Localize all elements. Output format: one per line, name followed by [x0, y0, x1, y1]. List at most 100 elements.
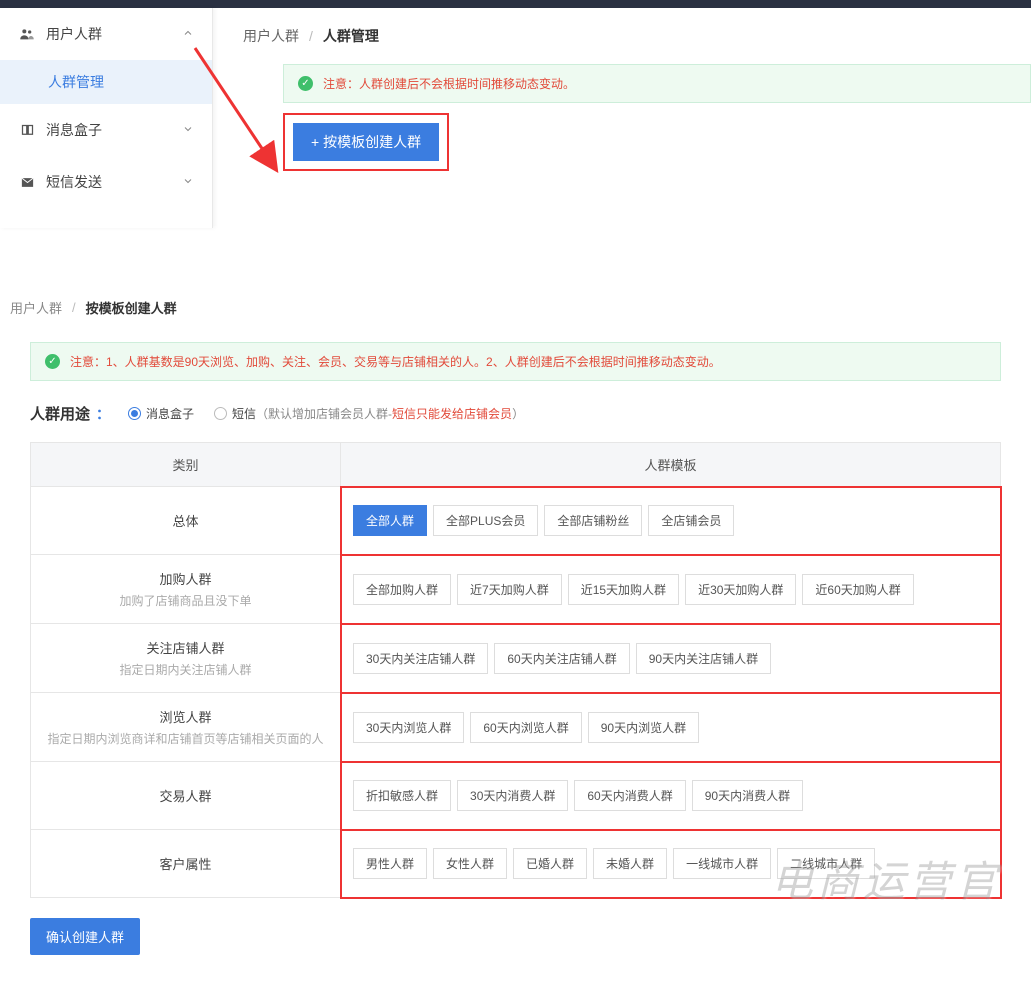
confirm-create-button[interactable]: 确认创建人群: [30, 918, 140, 955]
radio-label: 消息盒子: [146, 405, 194, 422]
table-row: 交易人群折扣敏感人群30天内消费人群60天内消费人群90天内消费人群: [31, 762, 1001, 830]
category-cell: 浏览人群指定日期内浏览商详和店铺首页等店铺相关页面的人: [31, 693, 341, 762]
template-cell: 全部人群全部PLUS会员全部店铺粉丝全店铺会员: [341, 487, 1001, 555]
alert-text: 注意：1、人群基数是90天浏览、加购、关注、会员、交易等与店铺相关的人。2、人群…: [70, 353, 721, 370]
template-tag[interactable]: 30天内浏览人群: [353, 712, 464, 743]
create-by-template-button[interactable]: + 按模板创建人群: [293, 123, 439, 161]
template-cell: 30天内关注店铺人群60天内关注店铺人群90天内关注店铺人群: [341, 624, 1001, 693]
template-tag[interactable]: 近60天加购人群: [802, 574, 913, 605]
template-tag[interactable]: 90天内关注店铺人群: [636, 643, 771, 674]
table-row: 总体全部人群全部PLUS会员全部店铺粉丝全店铺会员: [31, 487, 1001, 555]
template-cell: 全部加购人群近7天加购人群近15天加购人群近30天加购人群近60天加购人群: [341, 555, 1001, 624]
breadcrumb: 用户人群 / 人群管理: [243, 8, 1031, 64]
breadcrumb-current: 人群管理: [323, 26, 379, 46]
template-cell: 30天内浏览人群60天内浏览人群90天内浏览人群: [341, 693, 1001, 762]
category-title: 关注店铺人群: [43, 638, 328, 657]
alert-notice: ✓ 注意：1、人群基数是90天浏览、加购、关注、会员、交易等与店铺相关的人。2、…: [30, 342, 1001, 381]
sidebar-item-sms[interactable]: 短信发送: [0, 156, 212, 208]
mail-icon: [18, 175, 36, 190]
template-tag[interactable]: 30天内消费人群: [457, 780, 568, 811]
table-row: 浏览人群指定日期内浏览商详和店铺首页等店铺相关页面的人30天内浏览人群60天内浏…: [31, 693, 1001, 762]
purpose-row: 人群用途 ： 消息盒子 短信 （默认增加店铺会员人群-短信只能发给店铺会员）: [10, 381, 1021, 442]
category-title: 浏览人群: [43, 707, 328, 726]
category-cell: 总体: [31, 487, 341, 555]
template-tag[interactable]: 未婚人群: [593, 848, 667, 879]
template-tag[interactable]: 全部店铺粉丝: [544, 505, 642, 536]
template-tag[interactable]: 60天内消费人群: [574, 780, 685, 811]
template-tag[interactable]: 一线城市人群: [673, 848, 771, 879]
sidebar-item-message-box[interactable]: 消息盒子: [0, 104, 212, 156]
breadcrumb-item[interactable]: 用户人群: [10, 298, 62, 317]
template-tag[interactable]: 全部PLUS会员: [433, 505, 538, 536]
template-tag[interactable]: 二线城市人群: [777, 848, 875, 879]
category-cell: 交易人群: [31, 762, 341, 830]
template-cell: 男性人群女性人群已婚人群未婚人群一线城市人群二线城市人群: [341, 830, 1001, 898]
template-tag[interactable]: 近7天加购人群: [457, 574, 562, 605]
radio-note: （默认增加店铺会员人群-短信只能发给店铺会员）: [256, 405, 524, 422]
table-row: 客户属性男性人群女性人群已婚人群未婚人群一线城市人群二线城市人群: [31, 830, 1001, 898]
sidebar-sub-audience-manage[interactable]: 人群管理: [0, 60, 212, 104]
category-cell: 关注店铺人群指定日期内关注店铺人群: [31, 624, 341, 693]
radio-unchecked-icon: [214, 407, 227, 420]
breadcrumb-item[interactable]: 用户人群: [243, 26, 299, 46]
chevron-down-icon: [182, 175, 194, 190]
template-tag[interactable]: 近30天加购人群: [685, 574, 796, 605]
table-body: 总体全部人群全部PLUS会员全部店铺粉丝全店铺会员加购人群加购了店铺商品且没下单…: [31, 487, 1001, 898]
category-cell: 客户属性: [31, 830, 341, 898]
template-tag[interactable]: 女性人群: [433, 848, 507, 879]
template-tag[interactable]: 60天内浏览人群: [470, 712, 581, 743]
chevron-down-icon: [182, 123, 194, 138]
sidebar-item-label: 短信发送: [46, 172, 182, 192]
breadcrumb-separator: /: [72, 300, 76, 315]
breadcrumb-current: 按模板创建人群: [86, 298, 177, 317]
radio-sms[interactable]: 短信 （默认增加店铺会员人群-短信只能发给店铺会员）: [214, 405, 524, 422]
table-row: 加购人群加购了店铺商品且没下单全部加购人群近7天加购人群近15天加购人群近30天…: [31, 555, 1001, 624]
users-icon: [18, 26, 36, 42]
category-subtitle: 指定日期内关注店铺人群: [43, 661, 328, 678]
top-bar: [0, 0, 1031, 8]
chevron-up-icon: [182, 27, 194, 42]
breadcrumb: 用户人群 / 按模板创建人群: [10, 298, 1021, 317]
purpose-label: 人群用途: [30, 403, 90, 424]
radio-label: 短信: [232, 405, 256, 422]
sidebar-item-label: 用户人群: [46, 24, 182, 44]
category-title: 交易人群: [43, 786, 328, 805]
section-audience-manage: 用户人群 人群管理 消息盒子 短信发送: [0, 8, 1031, 228]
template-tag[interactable]: 折扣敏感人群: [353, 780, 451, 811]
sidebar-item-label: 消息盒子: [46, 120, 182, 140]
template-tag[interactable]: 近15天加购人群: [568, 574, 679, 605]
table-header-template: 人群模板: [341, 443, 1001, 487]
template-tag[interactable]: 全部加购人群: [353, 574, 451, 605]
sidebar-item-users[interactable]: 用户人群: [0, 8, 212, 60]
template-tag[interactable]: 已婚人群: [513, 848, 587, 879]
table-header-category: 类别: [31, 443, 341, 487]
book-icon: [18, 123, 36, 138]
template-tag[interactable]: 30天内关注店铺人群: [353, 643, 488, 674]
sidebar: 用户人群 人群管理 消息盒子 短信发送: [0, 8, 213, 228]
alert-notice: ✓ 注意：人群创建后不会根据时间推移动态变动。: [283, 64, 1031, 103]
category-title: 客户属性: [43, 854, 328, 873]
template-tag[interactable]: 90天内消费人群: [692, 780, 803, 811]
category-cell: 加购人群加购了店铺商品且没下单: [31, 555, 341, 624]
section-create-by-template: 用户人群 / 按模板创建人群 ✓ 注意：1、人群基数是90天浏览、加购、关注、会…: [0, 228, 1031, 985]
table-row: 关注店铺人群指定日期内关注店铺人群30天内关注店铺人群60天内关注店铺人群90天…: [31, 624, 1001, 693]
category-subtitle: 加购了店铺商品且没下单: [43, 592, 328, 609]
check-circle-icon: ✓: [45, 354, 60, 369]
content-panel: 用户人群 / 人群管理 ✓ 注意：人群创建后不会根据时间推移动态变动。 + 按模…: [213, 8, 1031, 228]
template-cell: 折扣敏感人群30天内消费人群60天内消费人群90天内消费人群: [341, 762, 1001, 830]
template-tag[interactable]: 全店铺会员: [648, 505, 734, 536]
radio-message-box[interactable]: 消息盒子: [128, 405, 194, 422]
template-tag[interactable]: 全部人群: [353, 505, 427, 536]
template-tag[interactable]: 90天内浏览人群: [588, 712, 699, 743]
check-circle-icon: ✓: [298, 76, 313, 91]
template-tag[interactable]: 60天内关注店铺人群: [494, 643, 629, 674]
breadcrumb-separator: /: [309, 28, 313, 44]
category-subtitle: 指定日期内浏览商详和店铺首页等店铺相关页面的人: [43, 730, 328, 747]
template-tag[interactable]: 男性人群: [353, 848, 427, 879]
category-title: 加购人群: [43, 569, 328, 588]
category-title: 总体: [43, 511, 328, 530]
highlight-box: + 按模板创建人群: [283, 113, 449, 171]
alert-text: 注意：人群创建后不会根据时间推移动态变动。: [323, 75, 575, 92]
colon: ：: [96, 404, 110, 424]
radio-checked-icon: [128, 407, 141, 420]
